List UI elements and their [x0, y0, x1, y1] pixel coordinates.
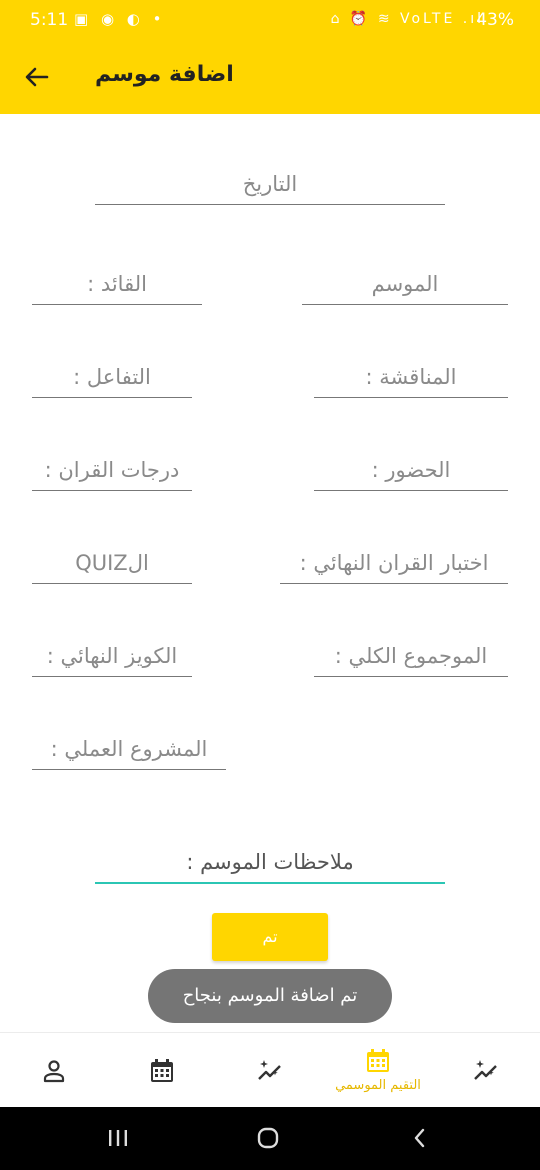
quran-grades-field-label: درجات القران : [44, 458, 180, 482]
season-notes-field-label: ملاحظات الموسم : [186, 850, 354, 874]
nav-item-profile[interactable] [0, 1033, 108, 1108]
final-quiz-field-label: الكويز النهائي : [46, 644, 178, 668]
notification-icons: ▣ ◉ ◐ • [74, 10, 166, 28]
page-title: اضافة موسم [95, 62, 234, 87]
leader-field[interactable]: القائد : [32, 250, 202, 305]
recent-apps-icon[interactable] [106, 1125, 130, 1155]
bottom-nav: التقيم الموسمي [0, 1032, 540, 1108]
status-time: 5:11 [30, 10, 69, 30]
total-field-label: الموجموع الكلي : [334, 644, 488, 668]
calendar-icon [367, 1049, 389, 1072]
sparkle-chart-icon [474, 1060, 497, 1080]
total-field[interactable]: الموجموع الكلي : [314, 622, 508, 677]
system-status-icons: ⌂ ⏰ ≋ VoLTE .ıl [330, 11, 484, 27]
nav-item-stats[interactable] [432, 1033, 540, 1108]
quiz-field-label: الQUIZ [75, 551, 149, 575]
battery-percentage: 43% [476, 10, 514, 30]
system-navigation-bar [0, 1107, 540, 1170]
date-field[interactable]: التاريخ [95, 150, 445, 205]
final-quran-test-field-label: اختبار القران النهائي : [299, 551, 489, 575]
nav-item-seasonal-evaluation[interactable]: التقيم الموسمي [324, 1033, 432, 1108]
done-button[interactable]: تم [212, 913, 328, 961]
discussion-field[interactable]: المناقشة : [314, 343, 508, 398]
interaction-field[interactable]: التفاعل : [32, 343, 192, 398]
back-icon[interactable] [408, 1125, 432, 1155]
practical-project-field[interactable]: المشروع العملي : [32, 715, 226, 770]
status-bar: 5:11 ▣ ◉ ◐ • ⌂ ⏰ ≋ VoLTE .ıl 43% [0, 0, 540, 42]
attendance-field-label: الحضور : [371, 458, 451, 482]
nav-item-calendar[interactable] [108, 1033, 216, 1108]
calendar-icon [151, 1059, 173, 1082]
interaction-field-label: التفاعل : [73, 365, 151, 389]
person-icon [43, 1060, 65, 1083]
home-icon[interactable] [255, 1125, 281, 1155]
quran-grades-field[interactable]: درجات القران : [32, 436, 192, 491]
sparkle-chart-icon [258, 1060, 281, 1080]
attendance-field[interactable]: الحضور : [314, 436, 508, 491]
leader-field-label: القائد : [87, 272, 147, 296]
nav-item-insights[interactable] [216, 1033, 324, 1108]
arrow-back-icon[interactable] [22, 62, 52, 92]
nav-label-seasonal-evaluation: التقيم الموسمي [335, 1078, 421, 1093]
season-field-label: الموسم [371, 272, 439, 296]
success-toast: تم اضافة الموسم بنجاح [148, 969, 392, 1023]
final-quran-test-field[interactable]: اختبار القران النهائي : [280, 529, 508, 584]
season-notes-field[interactable]: ملاحظات الموسم : [95, 828, 445, 884]
practical-project-field-label: المشروع العملي : [50, 737, 208, 761]
app-bar: اضافة موسم [0, 42, 540, 114]
date-field-label: التاريخ [242, 172, 298, 196]
final-quiz-field[interactable]: الكويز النهائي : [32, 622, 192, 677]
quiz-field[interactable]: الQUIZ [32, 529, 192, 584]
discussion-field-label: المناقشة : [365, 365, 457, 389]
season-field[interactable]: الموسم [302, 250, 508, 305]
